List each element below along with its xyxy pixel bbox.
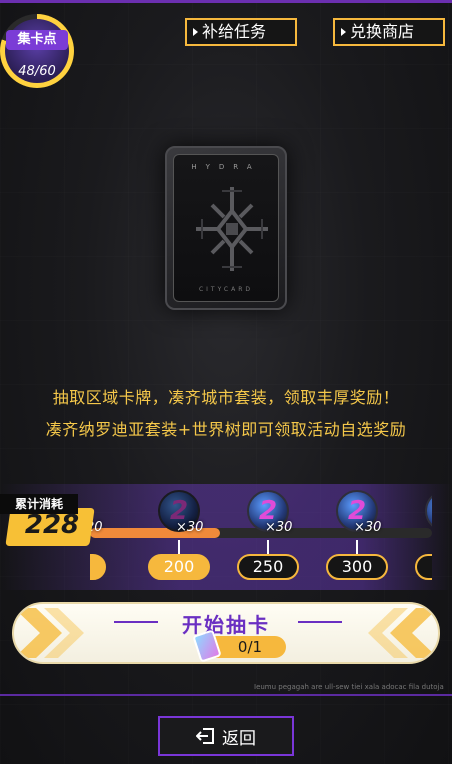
milestone-mult: ×30 <box>265 520 293 535</box>
back-label: 返回 <box>222 728 256 749</box>
milestone-pill: 3 <box>415 554 432 580</box>
play-arrow-icon <box>193 28 198 36</box>
bottom-divider <box>0 694 452 696</box>
milestone-pill: 250 <box>237 554 299 580</box>
milestone-stem <box>178 540 180 554</box>
promo-line-1: 抽取区域卡牌，凑齐城市套装，领取丰厚奖励！ <box>52 388 400 407</box>
badge-title: 集卡点 <box>6 30 68 50</box>
milestone-strip[interactable]: 20 0. 2 ×30 200 2 ×30 250 2 ×30 300 2 3 <box>90 484 432 594</box>
draw-cost: 0/1 <box>192 629 286 662</box>
milestone-pill: 0. <box>90 554 106 580</box>
milestone-mult: ×30 <box>354 520 382 535</box>
collection-points-badge[interactable]: 集卡点 48/60 <box>0 14 74 88</box>
exchange-shop-label: 兑换商店 <box>350 22 415 41</box>
card-top-text: HYDRA <box>191 163 261 171</box>
card-back[interactable]: HYDRA CITYCARD <box>165 146 287 310</box>
top-accent-line <box>0 0 452 3</box>
badge-count: 48/60 <box>18 64 56 79</box>
fine-print: Ieumu pegagah are ull-sew tiei xala adoc… <box>254 683 444 691</box>
start-draw-button[interactable]: 开始抽卡 0/1 <box>12 602 440 664</box>
promo-line-2: 凑齐纳罗迪亚套装+世界树即可领取活动自选奖励 <box>45 420 407 439</box>
card-inner-frame: HYDRA CITYCARD <box>173 154 279 302</box>
card-bottom-text: CITYCARD <box>198 286 254 293</box>
milestone-stem <box>267 540 269 554</box>
replenish-task-label: 补给任务 <box>202 22 267 41</box>
replenish-task-button[interactable]: 补给任务 <box>185 18 297 46</box>
milestone-stem <box>356 540 358 554</box>
reward-token-icon: 2 <box>425 490 432 532</box>
milestone-pill: 200 <box>148 554 210 580</box>
total-consumption: 累计消耗 228 <box>0 494 96 554</box>
play-arrow-icon <box>341 28 346 36</box>
milestone-mult: ×30 <box>176 520 204 535</box>
start-draw-label: 开始抽卡 <box>182 613 270 637</box>
back-arrow-icon <box>196 728 214 744</box>
hydra-emblem-icon <box>196 187 268 271</box>
exchange-shop-button[interactable]: 兑换商店 <box>333 18 445 46</box>
total-value: 228 <box>24 510 80 540</box>
draw-cost-text: 0/1 <box>237 638 263 656</box>
back-button[interactable]: 返回 <box>158 716 294 756</box>
milestone-pill: 300 <box>326 554 388 580</box>
